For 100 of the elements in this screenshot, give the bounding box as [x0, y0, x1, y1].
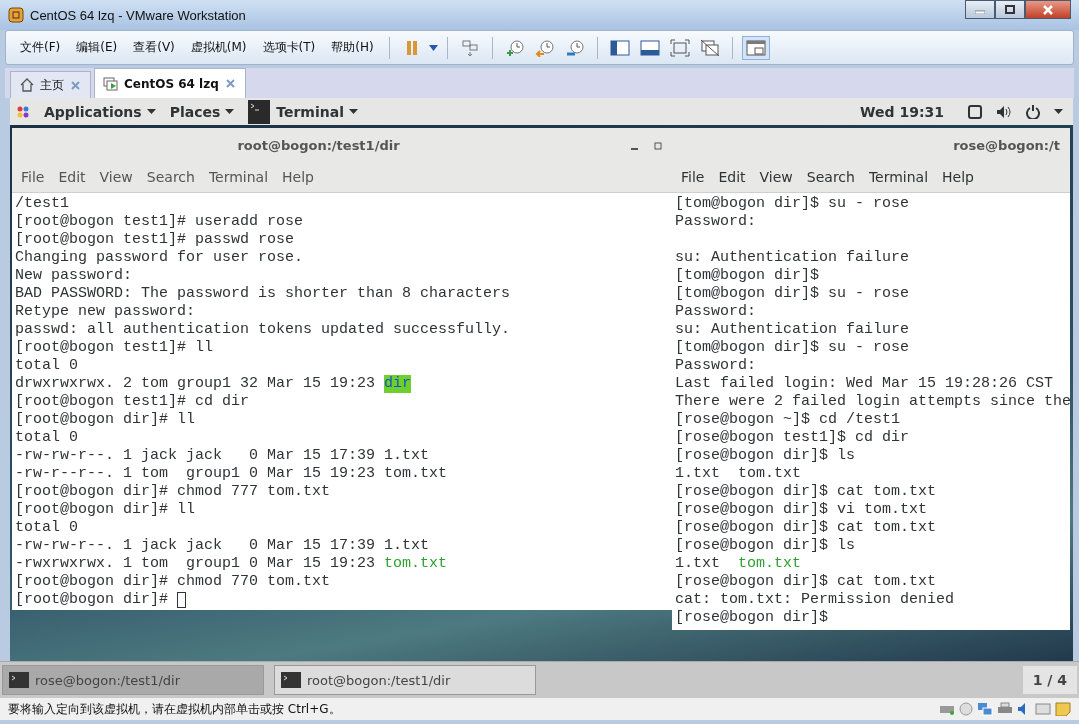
- volume-icon[interactable]: [996, 104, 1012, 119]
- terminal-line: BAD PASSWORD: The password is shorter than 8 characters: [15, 285, 512, 303]
- top-bar-menu[interactable]: Applications: [44, 103, 156, 120]
- terminal-line: -rw-r--r--. 1 tom group1 0 Mar 15 19:23 tom.txt: [15, 465, 449, 483]
- workspace-indicator[interactable]: 1 / 4: [1022, 666, 1077, 694]
- terminal-line: [tom@bogon dir]$ su - rose: [675, 285, 911, 303]
- caret-icon[interactable]: [1054, 109, 1063, 114]
- terminal-line: -rw-rw-r--. 1 jack jack 0 Mar 15 17:39 1.txt: [15, 447, 431, 465]
- menu-item[interactable]: 选项卡(T): [256, 39, 322, 56]
- tab-label: 主页: [40, 76, 64, 94]
- terminal-menu-item[interactable]: Help: [276, 169, 320, 185]
- computers-icon: [459, 38, 480, 57]
- cd-icon[interactable]: [959, 702, 973, 716]
- terminal-menu-item[interactable]: Search: [800, 169, 861, 185]
- terminal-title: root@bogon:/test1/dir: [236, 137, 401, 153]
- file-name: tom.txt: [738, 555, 802, 573]
- terminal-line: Changing password for user rose.: [15, 249, 305, 267]
- terminal-line: [rose@bogon dir]$ cat tom.txt: [675, 483, 938, 501]
- clock[interactable]: Wed 19:31: [860, 103, 944, 120]
- minimize-button[interactable]: [965, 0, 995, 19]
- terminal-line: [tom@bogon dir]$ su - rose: [675, 195, 911, 213]
- caret-icon[interactable]: [428, 44, 438, 51]
- terminal-menu-item[interactable]: Help: [936, 169, 980, 185]
- terminal-line: /test1: [15, 195, 70, 213]
- menu-item[interactable]: 虚拟机(M): [184, 39, 253, 56]
- clock-plus-icon: [504, 38, 525, 57]
- menu-item[interactable]: 查看(V): [127, 39, 181, 56]
- terminal-menu-item[interactable]: View: [93, 169, 139, 185]
- clock-arrow-icon: [534, 38, 555, 57]
- window-layout-button[interactable]: [741, 35, 770, 60]
- terminal-menu-item[interactable]: File: [675, 169, 711, 185]
- terminal-text: drwxrwxrwx. 2 tom group1 32 Mar 15 19:23: [15, 375, 377, 393]
- close-button[interactable]: [1025, 0, 1071, 19]
- terminal-line: su: Authentication failure: [675, 249, 911, 267]
- terminal-line: [rose@bogon dir]$ ls: [675, 447, 857, 465]
- terminal-line: passwd: all authentication tokens updated successfully.: [15, 321, 512, 339]
- taskbar-item[interactable]: root@bogon:/test1/dir: [274, 665, 536, 695]
- terminal-text: 1.txt: [675, 555, 721, 573]
- window-layout-icon: [745, 38, 766, 57]
- terminal-line: su: Authentication failure: [675, 321, 911, 339]
- close-icon: [225, 79, 235, 88]
- terminal-line: [rose@bogon dir]$ ls: [675, 537, 857, 555]
- close-tab-button[interactable]: [223, 79, 237, 88]
- close-icon: [1043, 4, 1053, 15]
- note-icon[interactable]: [1055, 702, 1071, 716]
- terminal-menu-item[interactable]: View: [753, 169, 799, 185]
- app-menu[interactable]: Terminal: [276, 103, 358, 120]
- printer-icon[interactable]: [997, 702, 1013, 716]
- tab[interactable]: 主页: [10, 71, 91, 98]
- menu-item[interactable]: 文件(F): [14, 39, 67, 56]
- terminal-menu-item[interactable]: File: [15, 169, 51, 185]
- caret-icon: [146, 109, 156, 114]
- terminal-line: [root@bogon test1]# passwd rose: [15, 231, 296, 249]
- terminal-line: [rose@bogon dir]$: [675, 609, 830, 627]
- terminal-menu-item[interactable]: Edit: [712, 169, 752, 185]
- terminal-line: [rose@bogon ~]$ cd /test1: [675, 411, 902, 429]
- terminal-line: [tom@bogon dir]$: [675, 267, 821, 285]
- terminal-line: Last failed login: Wed Mar 15 19:28:26 CST: [675, 375, 1055, 393]
- terminal-line: Retype new password:: [15, 303, 197, 321]
- terminal-prompt: [root@bogon dir]#: [15, 591, 170, 609]
- crossed-windows-icon: [699, 38, 720, 57]
- file-name: tom.txt: [384, 555, 448, 573]
- menu-item[interactable]: 编辑(E): [70, 39, 124, 56]
- terminal-line: Password:: [675, 357, 757, 375]
- caret-icon: [225, 109, 235, 114]
- directory-name: dir: [384, 375, 412, 393]
- sidebar-panel-icon: [609, 38, 630, 57]
- close-tab-button[interactable]: [69, 80, 82, 90]
- maximize-icon: [1005, 5, 1015, 14]
- home-icon: [19, 77, 35, 93]
- terminal-menu-item[interactable]: Search: [140, 169, 201, 185]
- terminal-icon: [281, 672, 301, 688]
- terminal-line: [root@bogon dir]# ll: [15, 411, 197, 429]
- top-bar-menu[interactable]: Places: [169, 103, 235, 120]
- tab[interactable]: CentOS 64 lzq: [94, 68, 246, 98]
- caret-icon: [349, 109, 358, 114]
- terminal-line: total 0: [15, 357, 79, 375]
- menu-item[interactable]: 帮助(H): [325, 39, 380, 56]
- taskbar-item[interactable]: rose@bogon:/test1/dir: [2, 665, 264, 695]
- window-title: CentOS 64 lzq - VMware Workstation: [30, 7, 246, 23]
- power-icon[interactable]: [1026, 104, 1040, 119]
- terminal-menu-item[interactable]: Terminal: [862, 169, 935, 185]
- terminal-line: -rw-rw-r--. 1 jack jack 0 Mar 15 17:39 1.txt: [15, 537, 431, 555]
- terminal-line: total 0: [15, 429, 79, 447]
- terminal-line: Password:: [675, 213, 757, 231]
- terminal-menu-item[interactable]: Edit: [52, 169, 92, 185]
- terminal-line: [root@bogon dir]# chmod 770 tom.txt: [15, 573, 332, 591]
- terminal-line: Password:: [675, 303, 757, 321]
- terminal-line: [rose@bogon test1]$ cd dir: [675, 429, 911, 447]
- window-icon[interactable]: [968, 104, 982, 119]
- tab-label: CentOS 64 lzq: [124, 76, 219, 91]
- bottom-panel-icon: [639, 38, 660, 57]
- terminal-line: total 0: [15, 519, 79, 537]
- terminal-line: [root@bogon test1]# useradd rose: [15, 213, 305, 231]
- maximize-button[interactable]: [995, 0, 1025, 19]
- fullscreen-icon: [669, 38, 690, 57]
- terminal-menu-item[interactable]: Terminal: [202, 169, 275, 185]
- maximize-icon: [654, 141, 662, 150]
- network-icon[interactable]: [977, 702, 993, 716]
- vmware-logo-icon: [8, 7, 24, 23]
